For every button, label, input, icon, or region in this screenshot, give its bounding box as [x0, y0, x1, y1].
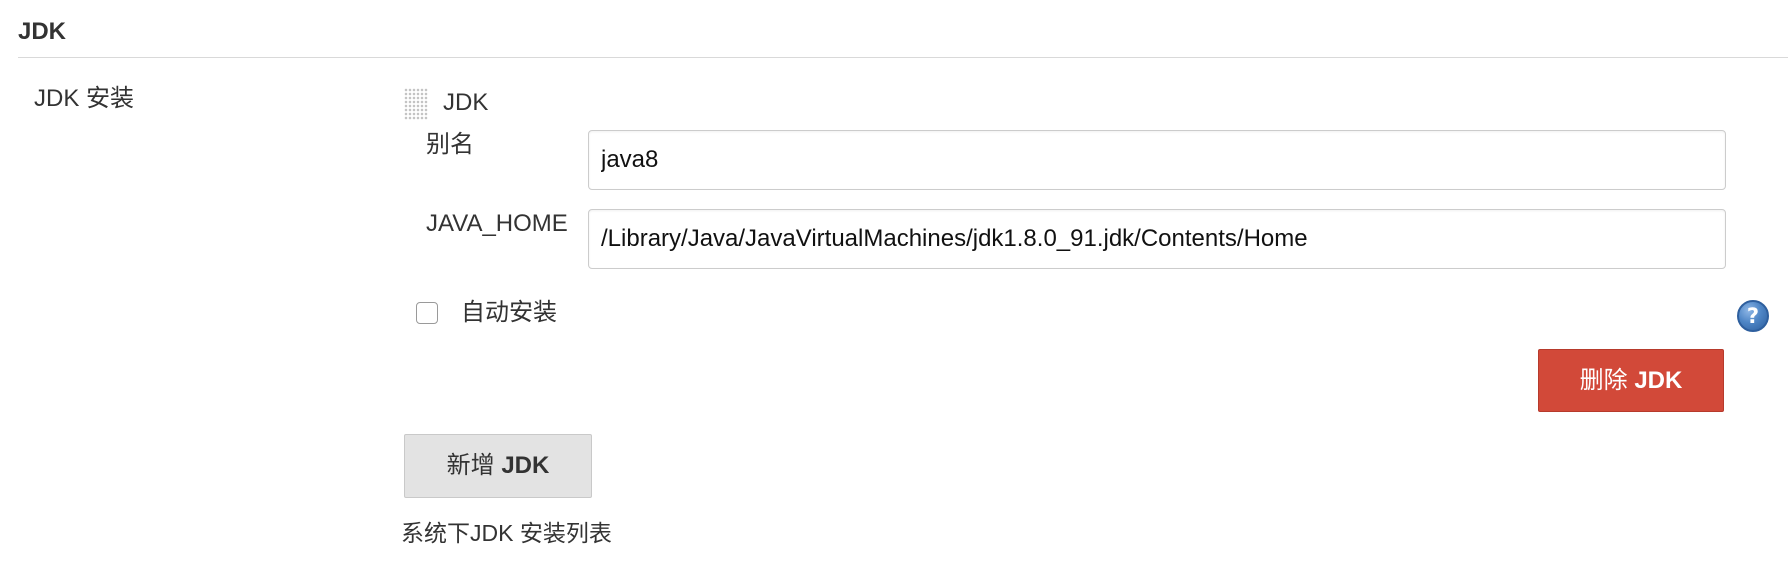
- section-title: JDK: [18, 18, 67, 45]
- jdk-install-label: JDK 安装: [34, 85, 135, 112]
- auto-install-checkbox[interactable]: [416, 302, 438, 324]
- drag-handle-icon[interactable]: [404, 88, 428, 120]
- jdk-block-title: JDK: [443, 89, 489, 116]
- java-home-input[interactable]: [588, 209, 1726, 269]
- section-divider: [18, 57, 1788, 58]
- add-jdk-button-suffix: JDK: [501, 452, 550, 479]
- jdk-config-page: JDK JDK 安装 JDK 别名 JAVA_HOME 自动安装 ? 删除 JD…: [0, 0, 1788, 570]
- alias-input[interactable]: [588, 130, 1726, 190]
- delete-jdk-button-prefix: 删除: [1579, 367, 1635, 394]
- java-home-label: JAVA_HOME: [426, 210, 568, 237]
- add-jdk-button[interactable]: 新增 JDK: [404, 434, 592, 498]
- delete-jdk-button-suffix: JDK: [1634, 367, 1683, 394]
- add-jdk-button-prefix: 新增: [446, 452, 502, 479]
- auto-install-label: 自动安装: [461, 299, 557, 326]
- help-icon[interactable]: ?: [1737, 300, 1769, 332]
- alias-label: 别名: [426, 131, 474, 158]
- jdk-list-description: 系统下JDK 安装列表: [401, 520, 612, 546]
- delete-jdk-button[interactable]: 删除 JDK: [1538, 349, 1724, 412]
